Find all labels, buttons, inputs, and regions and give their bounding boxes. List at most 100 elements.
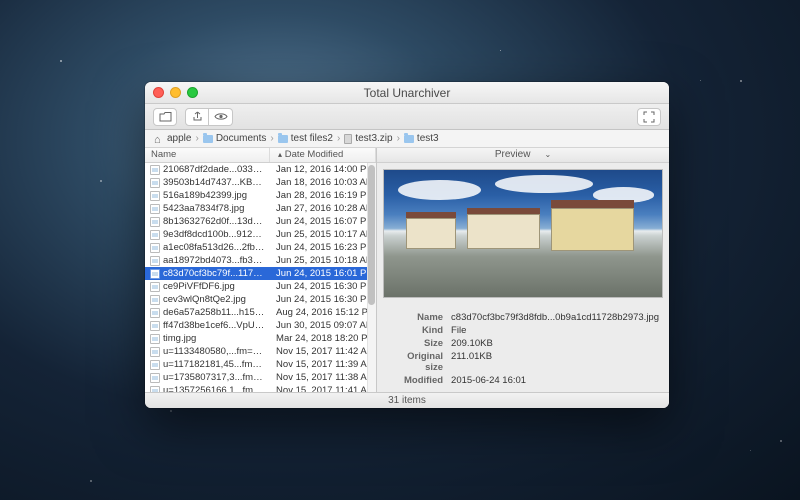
info-row-original: Original size 211.01KB <box>387 351 659 373</box>
breadcrumb-item[interactable]: Documents <box>200 133 270 144</box>
table-row[interactable]: de6a57a258b11...h15Il4_fw658.jpgAug 24, … <box>145 306 376 319</box>
preview-pane: Preview ⌄ Name c83d70cf3bc79f3d8fdb...0b… <box>377 148 669 392</box>
file-list-scroll[interactable]: 210687df2dade...0336-2uoXtN.jpgJan 12, 2… <box>145 163 376 392</box>
file-date: Nov 15, 2017 11:38 AM <box>270 372 376 383</box>
table-row[interactable]: 5423aa7834f78.jpgJan 27, 2016 10:28 AM <box>145 202 376 215</box>
share-button[interactable] <box>185 108 209 126</box>
table-row[interactable]: u=1357256166,1...fm=27&gp=0.jpgNov 15, 2… <box>145 384 376 392</box>
info-row-kind: Kind File <box>387 325 659 336</box>
status-text: 31 items <box>388 395 426 406</box>
table-row[interactable]: 210687df2dade...0336-2uoXtN.jpgJan 12, 2… <box>145 163 376 176</box>
list-header: Name ▴ Date Modified <box>145 148 376 163</box>
file-date: Jun 25, 2015 10:18 AM <box>270 255 376 266</box>
info-row-modified: Modified 2015-06-24 16:01 <box>387 375 659 386</box>
preview-header[interactable]: Preview ⌄ <box>377 148 669 163</box>
file-name: u=1133480580,...fm=27&gp=0.jpg <box>163 346 270 357</box>
info-value-kind: File <box>451 325 659 336</box>
file-name: 5423aa7834f78.jpg <box>163 203 270 214</box>
toolbar-group-view <box>185 108 233 126</box>
file-icon <box>150 269 160 279</box>
file-icon <box>150 386 160 393</box>
breadcrumb-label: Documents <box>216 133 267 144</box>
breadcrumb-item[interactable]: ⌂apple <box>151 133 194 144</box>
fullscreen-button[interactable] <box>637 108 661 126</box>
file-name: 9e3df8dcd100b...912c8fc2e79.jpg <box>163 229 270 240</box>
info-value-size: 209.10KB <box>451 338 659 349</box>
file-date: Jun 24, 2015 16:30 PM <box>270 294 376 305</box>
file-date: Nov 15, 2017 11:42 AM <box>270 346 376 357</box>
preview-image[interactable] <box>383 169 663 298</box>
table-row[interactable]: u=117182181,45...fm=27&gp=0.jpgNov 15, 2… <box>145 358 376 371</box>
table-row[interactable]: c83d70cf3bc79f...11728b2973.jpgJun 24, 2… <box>145 267 376 280</box>
window-title: Total Unarchiver <box>364 86 451 100</box>
archive-icon <box>344 134 352 144</box>
breadcrumb-label: test3 <box>417 133 439 144</box>
folder-icon <box>404 135 414 143</box>
file-name: a1ec08fa513d26...2fb4216d8df.jpg <box>163 242 270 253</box>
file-list-pane: Name ▴ Date Modified 210687df2dade...033… <box>145 148 377 392</box>
zoom-button[interactable] <box>187 87 198 98</box>
breadcrumb: ⌂apple›Documents›test files2›test3.zip›t… <box>145 130 669 148</box>
column-header-name[interactable]: Name <box>145 148 270 162</box>
file-name: cev3wlQn8tQe2.jpg <box>163 294 270 305</box>
table-row[interactable]: 9e3df8dcd100b...912c8fc2e79.jpgJun 25, 2… <box>145 228 376 241</box>
breadcrumb-item[interactable]: test files2 <box>275 133 336 144</box>
table-row[interactable]: 39503b14d7437...KBYN_fw658.jpgJan 18, 20… <box>145 176 376 189</box>
info-value-name: c83d70cf3bc79f3d8fdb...0b9a1cd11728b2973… <box>451 312 659 323</box>
file-icon <box>150 334 160 344</box>
info-label-modified: Modified <box>387 375 451 386</box>
eye-icon <box>214 112 228 121</box>
share-icon <box>192 111 203 122</box>
file-icon <box>150 321 160 331</box>
file-date: Nov 15, 2017 11:41 AM <box>270 385 376 392</box>
file-date: Jun 24, 2015 16:30 PM <box>270 281 376 292</box>
info-row-name: Name c83d70cf3bc79f3d8fdb...0b9a1cd11728… <box>387 312 659 323</box>
file-name: ff47d38be1cef6...VpUna_fw658.jpg <box>163 320 270 331</box>
scrollbar-thumb[interactable] <box>368 165 375 305</box>
file-icon <box>150 230 160 240</box>
file-date: Jan 12, 2016 14:00 PM <box>270 164 376 175</box>
info-label-name: Name <box>387 312 451 323</box>
breadcrumb-item[interactable]: test3 <box>401 133 442 144</box>
info-row-size: Size 209.10KB <box>387 338 659 349</box>
new-folder-button[interactable] <box>153 108 177 126</box>
table-row[interactable]: 516a189b42399.jpgJan 28, 2016 16:19 PM <box>145 189 376 202</box>
file-icon <box>150 282 160 292</box>
table-row[interactable]: timg.jpgMar 24, 2018 18:20 PM <box>145 332 376 345</box>
titlebar[interactable]: Total Unarchiver <box>145 82 669 104</box>
table-row[interactable]: ce9PiVFfDF6.jpgJun 24, 2015 16:30 PM <box>145 280 376 293</box>
breadcrumb-item[interactable]: test3.zip <box>341 133 395 144</box>
close-button[interactable] <box>153 87 164 98</box>
column-header-date[interactable]: ▴ Date Modified <box>270 148 376 162</box>
info-value-original: 211.01KB <box>451 351 659 373</box>
file-icon <box>150 217 160 227</box>
table-row[interactable]: cev3wlQn8tQe2.jpgJun 24, 2015 16:30 PM <box>145 293 376 306</box>
folder-icon <box>203 135 213 143</box>
info-label-kind: Kind <box>387 325 451 336</box>
file-date: Nov 15, 2017 11:39 AM <box>270 359 376 370</box>
file-date: Jun 24, 2015 16:07 PM <box>270 216 376 227</box>
table-row[interactable]: u=1133480580,...fm=27&gp=0.jpgNov 15, 20… <box>145 345 376 358</box>
scrollbar-track[interactable] <box>367 163 376 392</box>
file-name: 516a189b42399.jpg <box>163 190 270 201</box>
file-date: Jan 28, 2016 16:19 PM <box>270 190 376 201</box>
minimize-button[interactable] <box>170 87 181 98</box>
file-name: 8b13632762d0f...13d2697c568.jpg <box>163 216 270 227</box>
table-row[interactable]: a1ec08fa513d26...2fb4216d8df.jpgJun 24, … <box>145 241 376 254</box>
file-icon <box>150 256 160 266</box>
file-name: de6a57a258b11...h15Il4_fw658.jpg <box>163 307 270 318</box>
file-icon <box>150 204 160 214</box>
table-row[interactable]: u=1735807317,3...fm=27&gp=0.jpgNov 15, 2… <box>145 371 376 384</box>
info-label-original: Original size <box>387 351 451 373</box>
file-date: Jun 30, 2015 09:07 AM <box>270 320 376 331</box>
file-icon <box>150 373 160 383</box>
quicklook-button[interactable] <box>209 108 233 126</box>
table-row[interactable]: 8b13632762d0f...13d2697c568.jpgJun 24, 2… <box>145 215 376 228</box>
table-row[interactable]: aa18972bd4073...fb30e2408ea.jpgJun 25, 2… <box>145 254 376 267</box>
file-icon <box>150 165 160 175</box>
table-row[interactable]: ff47d38be1cef6...VpUna_fw658.jpgJun 30, … <box>145 319 376 332</box>
file-icon <box>150 347 160 357</box>
folder-plus-icon <box>159 111 172 122</box>
file-date: Jun 25, 2015 10:17 AM <box>270 229 376 240</box>
info-label-size: Size <box>387 338 451 349</box>
